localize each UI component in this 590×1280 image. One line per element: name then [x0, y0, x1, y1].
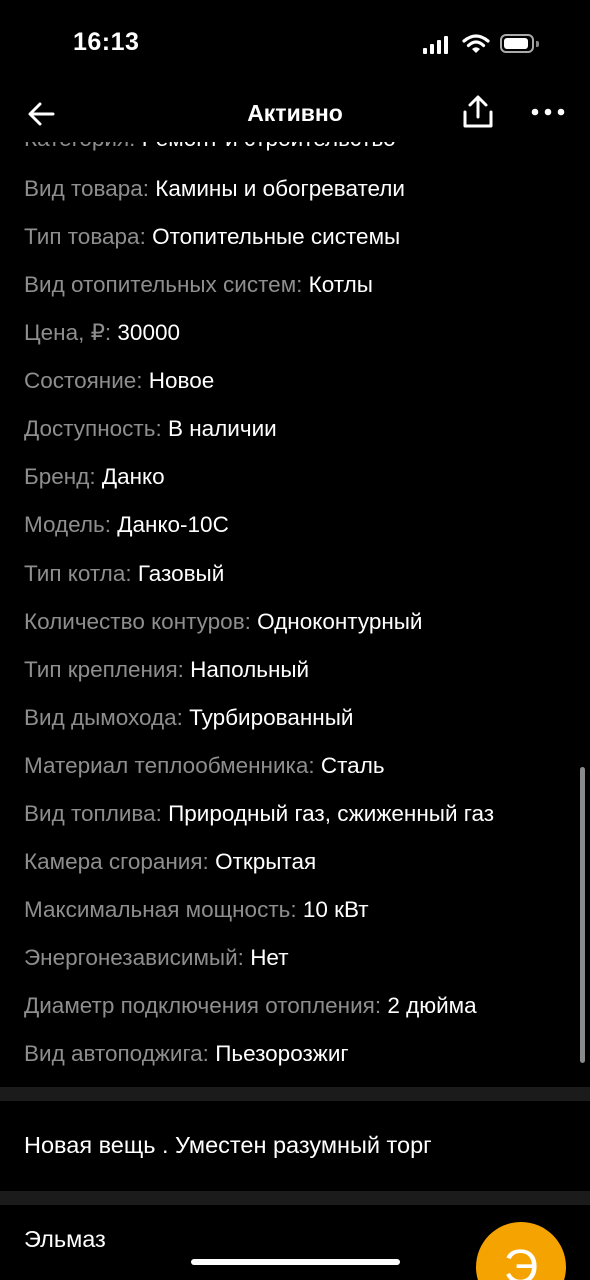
arrow-left-icon[interactable] — [26, 98, 58, 130]
param-value: Природный газ, сжиженный газ — [168, 801, 495, 826]
param-row: Состояние: Новое — [24, 366, 214, 396]
section-divider — [0, 1191, 590, 1205]
param-value: Газовый — [137, 561, 225, 586]
param-row: Вид товара: Камины и обогреватели — [24, 174, 405, 204]
param-label: Состояние: — [24, 368, 149, 393]
param-label: Тип котла: — [24, 561, 138, 586]
param-label: Вид товара: — [24, 176, 156, 201]
param-label: Бренд: — [24, 464, 102, 489]
param-value: Турбированный — [189, 705, 354, 730]
param-row: Камера сгорания: Открытая — [24, 847, 316, 877]
param-value: Новое — [148, 368, 215, 393]
param-value: Нет — [250, 945, 289, 970]
home-indicator[interactable] — [191, 1259, 400, 1265]
param-row: Вид отопительных систем: Котлы — [24, 270, 373, 300]
param-label: Материал теплообменника: — [24, 753, 321, 778]
item-parameters: Категория: Ремонт и строительство Вид то… — [0, 120, 590, 1087]
seller-section[interactable]: Эльмаз Э — [0, 1205, 590, 1280]
battery-icon — [500, 34, 534, 53]
param-row: Модель: Данко-10С — [24, 510, 229, 540]
param-row: Вид автоподжига: Пьезорозжиг — [24, 1039, 349, 1069]
avatar-letter: Э — [503, 1241, 539, 1280]
param-label: Вид автоподжига: — [24, 1041, 216, 1066]
param-label: Вид отопительных систем: — [24, 272, 309, 297]
param-row: Максимальная мощность: 10 кВт — [24, 895, 369, 925]
param-label: Максимальная мощность: — [24, 897, 303, 922]
param-row: Вид дымохода: Турбированный — [24, 703, 353, 733]
page-title: Активно — [247, 100, 343, 126]
param-value: Напольный — [190, 657, 310, 682]
param-row: Тип товара: Отопительные системы — [24, 222, 400, 252]
battery-cap — [536, 41, 539, 47]
param-row: Тип котла: Газовый — [24, 559, 224, 589]
param-label: Энергонезависимый: — [24, 945, 251, 970]
param-value: Сталь — [320, 753, 385, 778]
param-value: Одноконтурный — [257, 609, 423, 634]
param-label: Доступность: — [24, 416, 168, 441]
avatar[interactable]: Э — [476, 1222, 566, 1280]
param-label: Диаметр подключения отопления: — [24, 993, 388, 1018]
param-row: Энергонезависимый: Нет — [24, 943, 289, 973]
section-divider — [0, 1087, 590, 1101]
param-row: Тип крепления: Напольный — [24, 655, 309, 685]
param-value: В наличии — [167, 416, 277, 441]
more-horizontal-icon[interactable] — [530, 106, 566, 118]
param-value: Котлы — [308, 272, 373, 297]
cellular-signal-icon — [423, 36, 449, 54]
param-row: Доступность: В наличии — [24, 414, 277, 444]
status-time: 16:13 — [73, 28, 140, 56]
description-section: Новая вещь . Уместен разумный торг — [0, 1101, 590, 1191]
param-value: Данко — [101, 464, 165, 489]
param-label: Вид дымохода: — [24, 705, 190, 730]
nav-bar: Активно — [0, 88, 590, 142]
param-value: 30000 — [117, 320, 180, 345]
screen: 16:13 Активно Категор — [0, 0, 590, 1280]
param-value: Отопительные системы — [152, 224, 401, 249]
param-row: Цена, ₽: 30000 — [24, 318, 180, 348]
scrollbar[interactable] — [580, 767, 585, 1063]
param-label: Количество контуров: — [24, 609, 258, 634]
param-label: Модель: — [24, 512, 118, 537]
seller-name[interactable]: Эльмаз — [24, 1223, 106, 1255]
status-bar: 16:13 — [0, 0, 590, 88]
param-row: Вид топлива: Природный газ, сжиженный га… — [24, 799, 494, 829]
param-value: 2 дюйма — [387, 993, 477, 1018]
param-value: Открытая — [215, 849, 317, 874]
param-row: Бренд: Данко — [24, 462, 165, 492]
description-text: Новая вещь . Уместен разумный торг — [24, 1132, 432, 1158]
param-value: Камины и обогреватели — [155, 176, 405, 201]
param-label: Тип товара: — [24, 224, 153, 249]
param-label: Камера сгорания: — [24, 849, 216, 874]
wifi-icon — [462, 34, 490, 53]
param-label: Вид топлива: — [24, 801, 169, 826]
param-row: Количество контуров: Одноконтурный — [24, 607, 423, 637]
param-value: Пьезорозжиг — [215, 1041, 349, 1066]
param-label: Цена, ₽: — [24, 320, 118, 345]
param-value: Данко-10С — [117, 512, 229, 537]
param-row: Материал теплообменника: Сталь — [24, 751, 385, 781]
param-value: 10 кВт — [302, 897, 369, 922]
param-label: Тип крепления: — [24, 657, 191, 682]
param-row: Диаметр подключения отопления: 2 дюйма — [24, 991, 477, 1021]
share-icon[interactable] — [461, 94, 495, 130]
